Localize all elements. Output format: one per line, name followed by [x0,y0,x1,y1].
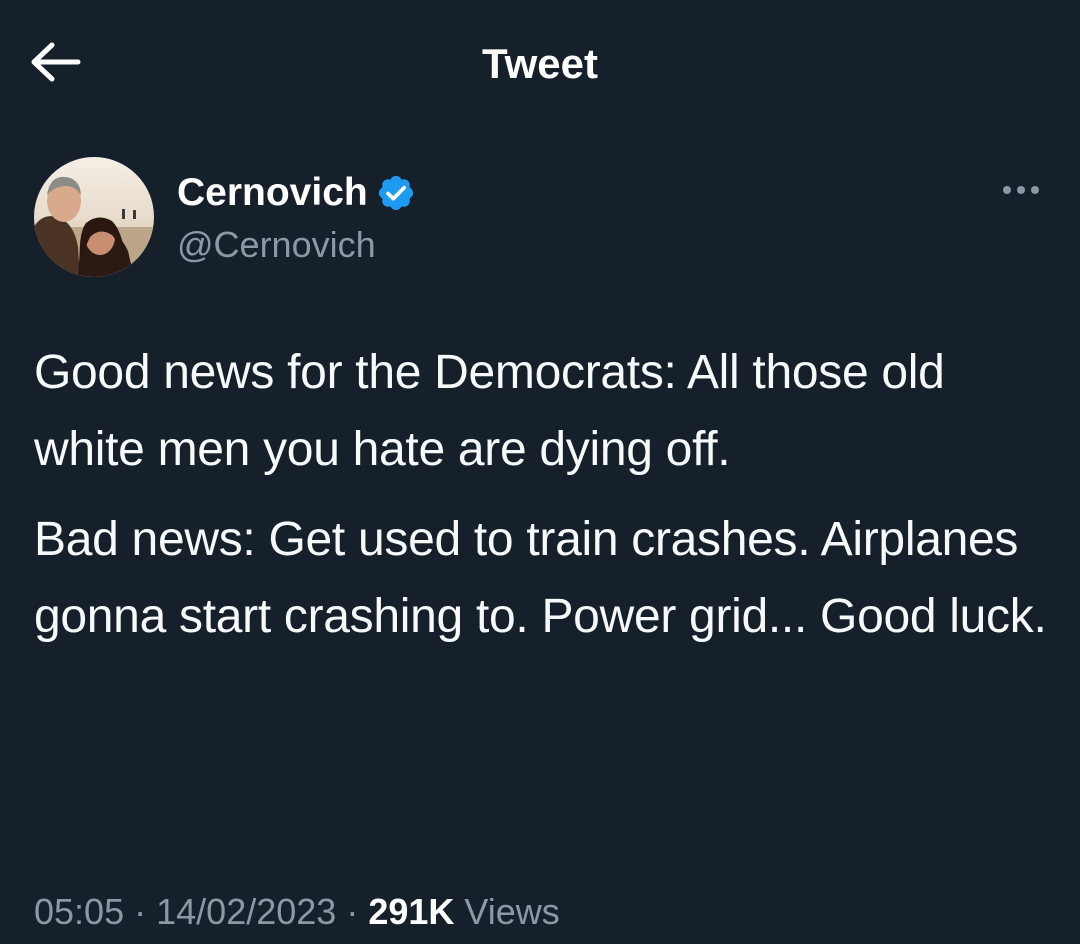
tweet-meta: 05:05 · 14/02/2023 · 291K Views [34,886,560,938]
meta-separator: · [134,891,147,932]
tweet-date[interactable]: 14/02/2023 [156,891,336,932]
tweet-paragraph: Bad news: Get used to train crashes. Air… [34,513,1047,643]
page-title: Tweet [482,40,598,87]
top-bar: Tweet [0,0,1080,128]
avatar[interactable] [34,157,154,277]
tweet-time[interactable]: 05:05 [34,891,124,932]
verified-badge-icon [376,173,416,213]
tweet-author: Cernovich @Cernovich [34,157,1046,281]
user-avatar-photo [34,157,154,277]
display-name: Cernovich [177,171,368,214]
tweet-paragraph: Good news for the Democrats: All those o… [34,346,945,476]
more-horizontal-icon [1001,183,1041,201]
author-name-link[interactable]: Cernovich [177,169,416,217]
views-label: Views [464,891,560,932]
tweet-text: Good news for the Democrats: All those o… [34,334,1054,655]
author-handle[interactable]: @Cernovich [177,221,376,269]
more-options-button[interactable] [996,175,1046,209]
views-count[interactable]: 291K [368,891,454,932]
meta-separator: · [346,891,359,932]
